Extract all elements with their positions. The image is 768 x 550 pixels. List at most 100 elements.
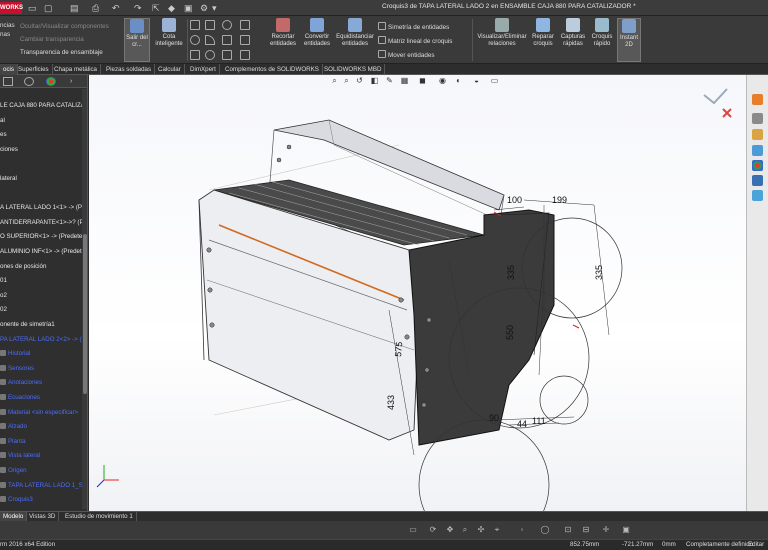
- scrollbar-thumb[interactable]: [83, 234, 87, 394]
- fillet-icon[interactable]: [222, 50, 232, 60]
- open-icon[interactable]: ▢: [44, 2, 53, 14]
- model-view[interactable]: 100 199 335 335 550 575 433 90 44 111: [89, 75, 746, 550]
- repair-sketch-button[interactable]: Reparar croquis: [530, 18, 556, 62]
- move-entities-button[interactable]: Mover entidades: [378, 50, 435, 60]
- tab-addins[interactable]: Complementos de SOLIDWORKS: [222, 64, 323, 75]
- tree-item[interactable]: Croquis3: [0, 495, 33, 505]
- rapid-sketch-button[interactable]: Croquis rápido: [589, 18, 615, 62]
- save-icon[interactable]: ▤: [70, 2, 79, 14]
- edit-appearance-icon[interactable]: ◐: [454, 76, 463, 85]
- tree-item[interactable]: al: [0, 116, 5, 126]
- expand-panel-icon[interactable]: ›: [70, 77, 80, 86]
- hide-show-components-button[interactable]: Ocultar/Visualizar componentes: [20, 23, 109, 31]
- resources-icon[interactable]: [752, 94, 763, 105]
- tree-item[interactable]: ones de posición: [0, 262, 46, 272]
- rebuild-icon[interactable]: ◆: [168, 2, 175, 14]
- file-props-icon[interactable]: ▣: [184, 2, 193, 14]
- tree-item[interactable]: ANTIDERRAPANTE<1>->? (Pre: [0, 218, 87, 228]
- tree-item[interactable]: PA LATERAL LADO 2<2> -> (P: [0, 335, 86, 345]
- instant2d-button[interactable]: Instant 2D: [617, 18, 641, 62]
- tree-item[interactable]: A LATERAL LADO 1<1> -> (Pre: [0, 203, 87, 213]
- dim-199[interactable]: 199: [552, 195, 567, 205]
- origins-icon[interactable]: ✛: [601, 525, 611, 535]
- display-style-icon[interactable]: ◼: [418, 76, 427, 85]
- polygon-icon[interactable]: [222, 35, 232, 45]
- tree-item[interactable]: lateral: [0, 174, 17, 184]
- tree-item[interactable]: onente de simetría1: [0, 320, 55, 330]
- dim-433[interactable]: 433: [386, 395, 396, 410]
- options-dropdown-icon[interactable]: ▾: [212, 2, 217, 14]
- smart-dimension-button[interactable]: Cota inteligente: [153, 18, 185, 62]
- design-library-icon[interactable]: [752, 113, 763, 124]
- property-manager-icon[interactable]: [3, 77, 13, 86]
- section-view-icon[interactable]: ◧: [370, 76, 379, 85]
- view-settings-icon[interactable]: ▣: [621, 525, 631, 535]
- offset-entities-button[interactable]: Equidistanciar entidades: [335, 18, 375, 62]
- trim-entities-button[interactable]: Recortar entidades: [266, 18, 300, 62]
- config-manager-icon[interactable]: [24, 77, 34, 86]
- dim-100[interactable]: 100: [507, 195, 522, 205]
- pan-icon[interactable]: ✥: [445, 525, 455, 535]
- tree-item[interactable]: LE CAJA 880 PARA CATALIZADO: [0, 101, 87, 111]
- custom-properties-icon[interactable]: [752, 175, 763, 186]
- tree-item[interactable]: Material <sin especificar>: [0, 408, 78, 418]
- tree-item[interactable]: Anotaciones: [0, 378, 42, 388]
- tree-item[interactable]: 02: [0, 305, 7, 315]
- zoom-icon[interactable]: ⌕: [460, 525, 470, 535]
- tree-item[interactable]: Origen: [0, 466, 27, 476]
- tree-item[interactable]: 01: [0, 276, 7, 286]
- tree-item[interactable]: Planta: [0, 437, 26, 447]
- rotate-icon[interactable]: ⟳: [428, 525, 438, 535]
- tab-evaluate[interactable]: Calcular: [155, 64, 185, 75]
- quick-snaps-button[interactable]: Capturas rápidas: [559, 18, 587, 62]
- slot-icon[interactable]: [222, 20, 232, 30]
- appearances-icon[interactable]: [752, 160, 763, 171]
- options-gear-icon[interactable]: ⚙: [200, 2, 208, 14]
- file-explorer-icon[interactable]: [752, 129, 763, 140]
- tab-surfaces[interactable]: Superficies: [15, 64, 53, 75]
- change-transparency-button[interactable]: Cambiar transparencia: [20, 36, 84, 44]
- circle-icon[interactable]: [190, 35, 200, 45]
- print-icon[interactable]: ⎙: [92, 2, 99, 14]
- rectangle-icon[interactable]: [205, 20, 215, 30]
- confirmation-corner[interactable]: [703, 88, 732, 118]
- panel-scrollbar[interactable]: [82, 89, 87, 509]
- redo-icon[interactable]: ↷: [134, 2, 142, 14]
- dim-111[interactable]: 111: [532, 416, 546, 426]
- previous-view-icon[interactable]: ↺: [355, 76, 364, 85]
- convert-entities-button[interactable]: Convertir entidades: [300, 18, 334, 62]
- tree-item[interactable]: Sensores: [0, 364, 34, 374]
- tree-item[interactable]: Alzado: [0, 422, 27, 432]
- arc-icon[interactable]: [205, 35, 215, 45]
- exit-sketch-button[interactable]: Salir del cr...: [124, 18, 150, 62]
- tree-item[interactable]: Ecuaciones: [0, 393, 40, 403]
- select-icon[interactable]: ⇱: [152, 2, 160, 14]
- dim-335-a[interactable]: 335: [506, 265, 516, 280]
- display-manager-icon[interactable]: [46, 77, 56, 86]
- sketch-grid-icon[interactable]: ◯: [540, 525, 550, 535]
- tree-item[interactable]: ALUMINIO INF<1> -> (Predete: [0, 247, 85, 257]
- hide-show-items-icon[interactable]: ◉: [438, 76, 447, 85]
- dim-550[interactable]: 550: [505, 325, 515, 340]
- dynamic-annotation-icon[interactable]: ✎: [385, 76, 394, 85]
- assembly-transparency-button[interactable]: Transparencia de ensamblaje: [20, 49, 103, 57]
- plane-icon[interactable]: [240, 35, 250, 45]
- planes-icon[interactable]: ⊟: [581, 525, 591, 535]
- tree-item[interactable]: ciones: [0, 145, 18, 155]
- dim-335-b[interactable]: 335: [594, 265, 604, 280]
- spline-icon[interactable]: [190, 50, 200, 60]
- tab-sheet-metal[interactable]: Chapa metálica: [51, 64, 101, 75]
- tree-item[interactable]: Historial: [0, 349, 30, 359]
- temporary-axes-icon[interactable]: ⊡: [563, 525, 573, 535]
- tree-item[interactable]: o2: [0, 291, 7, 301]
- dim-44[interactable]: 44: [517, 419, 527, 429]
- zoom-to-fit-icon[interactable]: ⌕: [330, 76, 339, 85]
- tree-item[interactable]: O SUPERIOR<1> -> (Predeterm: [0, 232, 87, 242]
- view-settings-icon[interactable]: ▭: [490, 76, 499, 85]
- zoom-area-icon[interactable]: ⌕: [342, 76, 351, 85]
- undo-icon[interactable]: ↶: [112, 2, 120, 14]
- scene-icon[interactable]: ◒: [472, 76, 481, 85]
- select-filter-icon[interactable]: ✣: [476, 525, 486, 535]
- display-delete-relations-button[interactable]: Visualizar/Eliminar relaciones: [476, 18, 528, 62]
- snap-icon[interactable]: ◦: [517, 525, 527, 535]
